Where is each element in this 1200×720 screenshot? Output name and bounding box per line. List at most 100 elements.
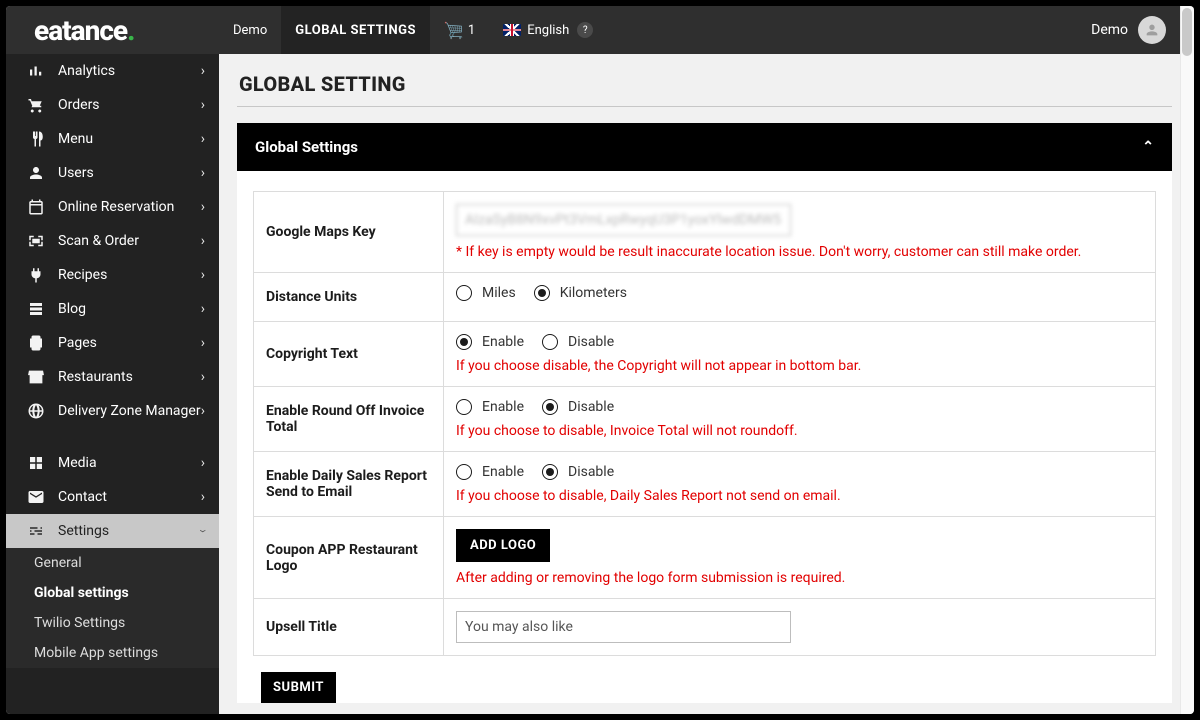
- sidebar-item-media[interactable]: Media›: [6, 446, 219, 480]
- chevron-right-icon: ›: [201, 199, 205, 215]
- sidebar-item-label: Pages: [58, 335, 97, 351]
- field-label: Copyright Text: [254, 322, 444, 386]
- chevron-right-icon: ›: [201, 97, 205, 113]
- radio-enable[interactable]: [456, 464, 472, 480]
- sidebar-item-settings[interactable]: Settings ›: [6, 514, 219, 548]
- sidebar-item-label: Recipes: [58, 267, 107, 283]
- store-icon: [24, 368, 48, 386]
- field-hint: If you choose to disable, Daily Sales Re…: [456, 488, 1143, 504]
- radio-disable[interactable]: [542, 464, 558, 480]
- sidebar-item-online-reservation[interactable]: Online Reservation ›: [6, 190, 219, 224]
- radio-label: Disable: [568, 464, 614, 480]
- radio-enable[interactable]: [456, 334, 472, 350]
- plug-icon: [24, 266, 48, 284]
- pages-icon: [24, 334, 48, 352]
- form-row: Distance UnitsMilesKilometers: [254, 273, 1155, 322]
- chevron-right-icon: ›: [201, 63, 205, 79]
- topnav-cart[interactable]: 🛒1: [430, 6, 489, 54]
- settings-icon: [24, 522, 48, 540]
- submit-button[interactable]: SUBMIT: [261, 672, 336, 703]
- field-cell: ADD LOGO After adding or removing the log…: [444, 517, 1155, 598]
- analytics-icon: [24, 62, 48, 80]
- cart-count: 1: [468, 23, 475, 38]
- radio-miles[interactable]: [456, 285, 472, 301]
- sidebar-item-users[interactable]: Users›: [6, 156, 219, 190]
- top-nav: Demo GLOBAL SETTINGS 🛒1 English?: [219, 6, 607, 54]
- cart-icon: [24, 96, 48, 114]
- form-table: Google Maps Key* If key is empty would b…: [253, 191, 1156, 656]
- avatar[interactable]: [1138, 16, 1166, 44]
- chevron-right-icon: ›: [201, 403, 205, 419]
- logo[interactable]: eatance.: [6, 14, 219, 47]
- sidebar-item-analytics[interactable]: Analytics ›: [6, 54, 219, 88]
- panel-header[interactable]: Global Settings ⌃: [237, 123, 1172, 171]
- radio-enable[interactable]: [456, 399, 472, 415]
- field-cell: * If key is empty would be result inaccu…: [444, 192, 1155, 272]
- field-hint: After adding or removing the logo form s…: [456, 570, 1143, 586]
- sidebar-item-label: Analytics: [58, 63, 115, 79]
- radio-kilometers[interactable]: [534, 285, 550, 301]
- page-title: GLOBAL SETTING: [237, 68, 1172, 107]
- sidebar-sub-general[interactable]: General: [6, 548, 219, 578]
- blog-icon: [24, 300, 48, 318]
- field-cell: EnableDisableIf you choose to disable, D…: [444, 452, 1155, 516]
- sidebar-item-pages[interactable]: Pages ›: [6, 326, 219, 360]
- field-label: Coupon APP Restaurant Logo: [254, 517, 444, 598]
- field-label: Distance Units: [254, 273, 444, 321]
- field-cell: EnableDisableIf you choose disable, the …: [444, 322, 1155, 386]
- sidebar-item-blog[interactable]: Blog›: [6, 292, 219, 326]
- google-maps-key-input[interactable]: [456, 204, 791, 236]
- chevron-right-icon: ›: [201, 489, 205, 505]
- form-row: Copyright TextEnableDisableIf you choose…: [254, 322, 1155, 387]
- flag-uk-icon: [503, 24, 521, 36]
- help-icon[interactable]: ?: [577, 22, 593, 38]
- chevron-right-icon: ›: [201, 335, 205, 351]
- sidebar-sub-twilio-settings[interactable]: Twilio Settings: [6, 608, 219, 638]
- add-logo-button[interactable]: ADD LOGO: [456, 529, 550, 562]
- radio-label: Disable: [568, 399, 614, 415]
- sidebar-item-label: Scan & Order: [58, 233, 139, 249]
- upsell-title-input[interactable]: [456, 611, 791, 643]
- chevron-up-icon: ⌃: [1142, 139, 1154, 155]
- sidebar-item-scan-order[interactable]: Scan & Order›: [6, 224, 219, 258]
- topnav-language[interactable]: English?: [489, 6, 607, 54]
- form-row: Enable Daily Sales Report Send to EmailE…: [254, 452, 1155, 517]
- field-cell: [444, 599, 1155, 655]
- topnav-global-settings[interactable]: GLOBAL SETTINGS: [281, 6, 430, 54]
- field-hint: If you choose disable, the Copyright wil…: [456, 358, 1143, 374]
- sidebar-item-delivery-zone-manager[interactable]: Delivery Zone Manager›: [6, 394, 219, 428]
- radio-label: Kilometers: [560, 285, 627, 301]
- settings-panel: Global Settings ⌃ Google Maps Key* If ke…: [237, 123, 1172, 703]
- globe-icon: [24, 402, 48, 420]
- scrollbar-thumb[interactable]: [1182, 8, 1192, 56]
- chevron-right-icon: ›: [195, 529, 211, 532]
- sidebar-item-restaurants[interactable]: Restaurants›: [6, 360, 219, 394]
- top-right: Demo: [1091, 16, 1194, 44]
- calendar-icon: [24, 198, 48, 216]
- radio-disable[interactable]: [542, 399, 558, 415]
- user-label[interactable]: Demo: [1091, 22, 1128, 38]
- topnav-demo[interactable]: Demo: [219, 6, 281, 54]
- radio-disable[interactable]: [542, 334, 558, 350]
- chevron-right-icon: ›: [201, 455, 205, 471]
- sidebar-item-recipes[interactable]: Recipes›: [6, 258, 219, 292]
- form-row: Google Maps Key* If key is empty would b…: [254, 192, 1155, 273]
- scan-icon: [24, 232, 48, 250]
- sidebar-item-label: Delivery Zone Manager: [58, 403, 201, 419]
- chevron-right-icon: ›: [201, 131, 205, 147]
- field-hint: If you choose to disable, Invoice Total …: [456, 423, 1143, 439]
- logo-text: eatance: [34, 14, 127, 47]
- sidebar-item-label: Settings: [58, 523, 109, 539]
- field-label: Enable Round Off Invoice Total: [254, 387, 444, 451]
- sidebar-item-contact[interactable]: Contact ›: [6, 480, 219, 514]
- avatar-icon: [1144, 22, 1160, 38]
- sidebar-item-orders[interactable]: Orders›: [6, 88, 219, 122]
- sidebar-item-label: Contact: [58, 489, 107, 505]
- sidebar-item-label: Online Reservation: [58, 199, 174, 215]
- sidebar-sub-global-settings[interactable]: Global settings: [6, 578, 219, 608]
- chevron-right-icon: ›: [201, 369, 205, 385]
- sidebar-item-menu[interactable]: Menu›: [6, 122, 219, 156]
- chevron-right-icon: ›: [201, 301, 205, 317]
- sidebar: Analytics›Orders›Menu›Users›Online Reser…: [6, 54, 219, 714]
- sidebar-sub-mobile-app-settings[interactable]: Mobile App settings: [6, 638, 219, 668]
